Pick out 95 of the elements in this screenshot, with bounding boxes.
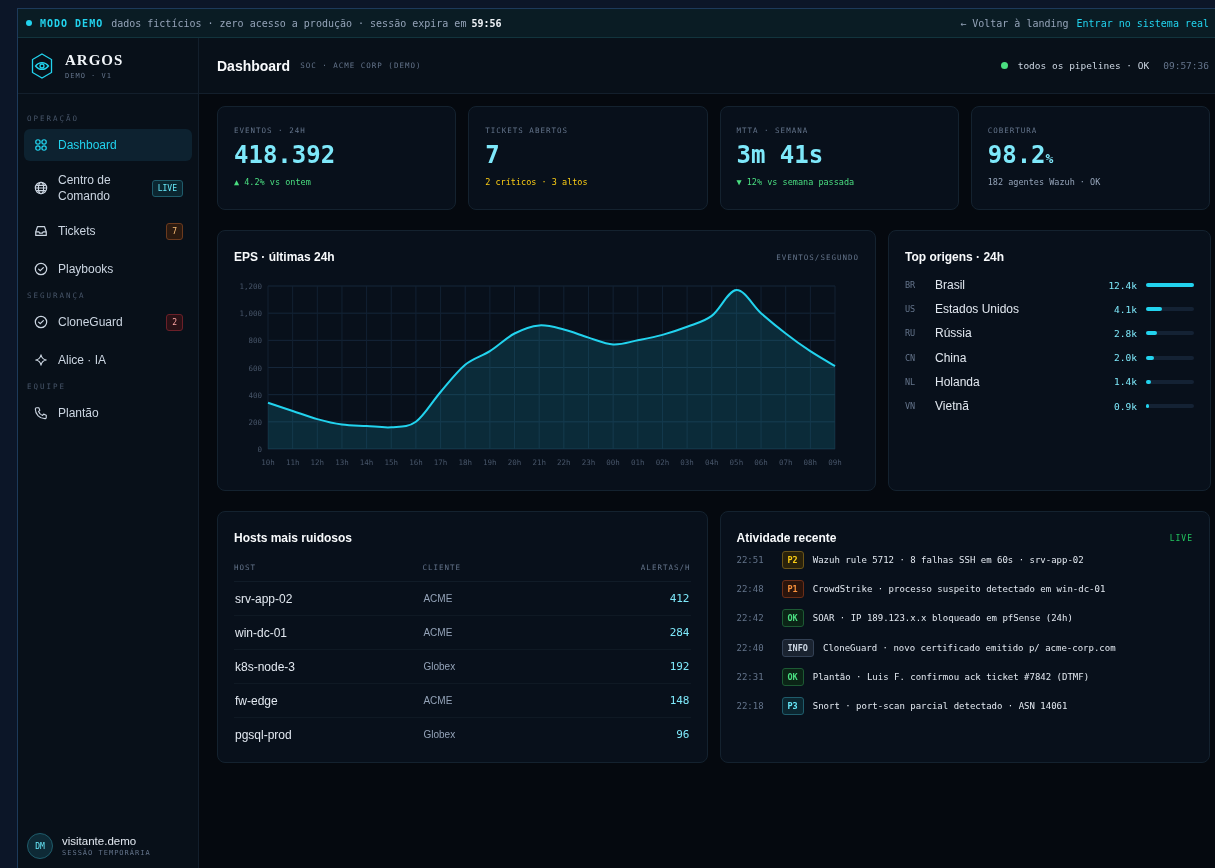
event-text: Plantão · Luis F. confirmou ack ticket #7842 (DTMF) [812,671,1090,682]
country-code: NL [905,376,917,387]
kpi-value: 418.392 [234,141,337,169]
status-dot [26,20,32,26]
page-title: Dashboard [217,57,291,74]
nav-item[interactable]: Plantão [24,397,192,429]
panel-title: EPS · últimas 24h [234,250,335,264]
kpi-delta: 2 críticos · 3 altos [485,177,589,187]
phone-icon [34,406,48,420]
country-code: CN [905,352,917,363]
event-text: Snort · port-scan parcial detectado · ASN 14061 [812,701,1068,712]
event-count: 4.1k [1114,303,1137,315]
country-name: China [935,350,968,365]
event-count: 2.8k [1114,327,1137,339]
user-avatar: DM [27,833,53,859]
country-name: Vietnã [935,399,970,414]
panel-title: Top origens · 24h [905,250,1006,264]
kpi-value: 3m 41s [736,141,825,169]
severity-tag: P1 [781,579,804,598]
event-time: 22:31 [736,671,765,682]
severity-tag: OK [781,609,804,628]
severity-tag: P3 [781,697,804,716]
hexagon-eye-logo [31,52,53,79]
severity-tag: INFO [781,638,814,657]
event-text: SOAR · IP 189.123.x.x bloqueado em pfSense (24h) [812,613,1073,624]
host-cell: pgsql-prod [234,717,423,751]
nav-item[interactable]: Centro de Comando LIVE [24,167,192,209]
client-cell: ACME [422,683,540,718]
grid-icon [34,138,48,152]
country-name: Brasil [935,278,966,293]
nav-item[interactable]: Dashboard [24,129,192,161]
sparkle-icon [34,353,48,367]
kpi-value: 98.2% [987,141,1055,169]
event-time: 22:48 [736,583,765,594]
inbox-icon [34,224,48,238]
nav-item[interactable]: Tickets 7 [24,215,192,247]
nav-badge: 7 [166,222,183,240]
client-cell: Globex [422,717,540,751]
alerts-cell: 148 [539,683,691,718]
panel-title: Atividade recente [736,531,837,545]
live-label: LIVE [1169,533,1193,543]
alerts-cell: 284 [539,615,691,650]
check-circle-icon [34,315,48,329]
globe-icon [34,181,48,195]
enter-link[interactable]: Entrar no sistema real [1076,17,1209,29]
check-circle-icon [34,262,48,276]
alerts-cell: 96 [539,717,691,751]
country-code: BR [905,280,917,291]
client-cell: Globex [422,649,540,684]
host-cell: srv-app-02 [234,581,423,616]
clock-time: 09:57:36 [1163,60,1209,71]
alerts-cell: 192 [539,649,691,684]
back-link[interactable]: ← Voltar à landing [960,17,1069,29]
event-count: 2.0k [1114,352,1137,364]
country-name: Rússia [935,326,973,341]
kpi-delta: ▼ 12% vs semana passada [736,177,856,187]
event-count: 0.9k [1114,400,1137,412]
country-name: Holanda [935,374,981,389]
session-timer: 59:56 [471,17,502,29]
nav-badge: 2 [166,313,183,331]
host-cell: k8s-node-3 [234,649,423,684]
user-name: visitante.demo [62,835,138,847]
nav-item[interactable]: CloneGuard 2 [24,306,192,338]
nav-item[interactable]: Alice · IA [24,344,192,376]
country-code: RU [905,328,917,339]
event-time: 22:18 [736,701,765,712]
client-cell: ACME [422,615,540,650]
brand-name: ARGOS [65,51,124,69]
country-code: US [905,304,917,315]
country-name: Estados Unidos [935,302,1021,317]
event-text: Wazuh rule 5712 · 8 falhas SSH em 60s · srv-app-02 [812,554,1084,565]
demo-message: dados fictícios · zero acesso a produção · sessão expira em [111,17,467,29]
host-cell: win-dc-01 [234,615,423,650]
event-time: 22:40 [736,642,765,653]
event-count: 12.4k [1108,279,1137,291]
alerts-cell: 412 [539,581,691,616]
host-cell: fw-edge [234,683,423,718]
severity-tag: P2 [781,550,804,569]
nav-item[interactable]: Playbooks [24,253,192,285]
panel-title: Hosts mais ruidosos [234,531,354,545]
pipeline-status: todos os pipelines · OK [1017,60,1150,71]
kpi-value: 7 [485,141,501,169]
event-count: 1.4k [1114,376,1137,388]
country-code: VN [905,401,917,412]
nav-badge: LIVE [151,179,183,197]
severity-tag: OK [781,667,804,686]
event-time: 22:51 [736,554,765,565]
client-cell: ACME [422,581,540,616]
kpi-delta: 182 agentes Wazuh · OK [987,177,1102,187]
status-dot [1000,62,1008,69]
event-text: CrowdStrike · processo suspeito detectado em win-dc-01 [812,583,1106,594]
kpi-delta: ▲ 4.2% vs ontem [234,177,312,187]
demo-label: MODO DEMO [40,17,104,29]
event-time: 22:42 [736,613,765,624]
event-text: CloneGuard · novo certificado emitido p/ acme-corp.com [823,642,1116,653]
